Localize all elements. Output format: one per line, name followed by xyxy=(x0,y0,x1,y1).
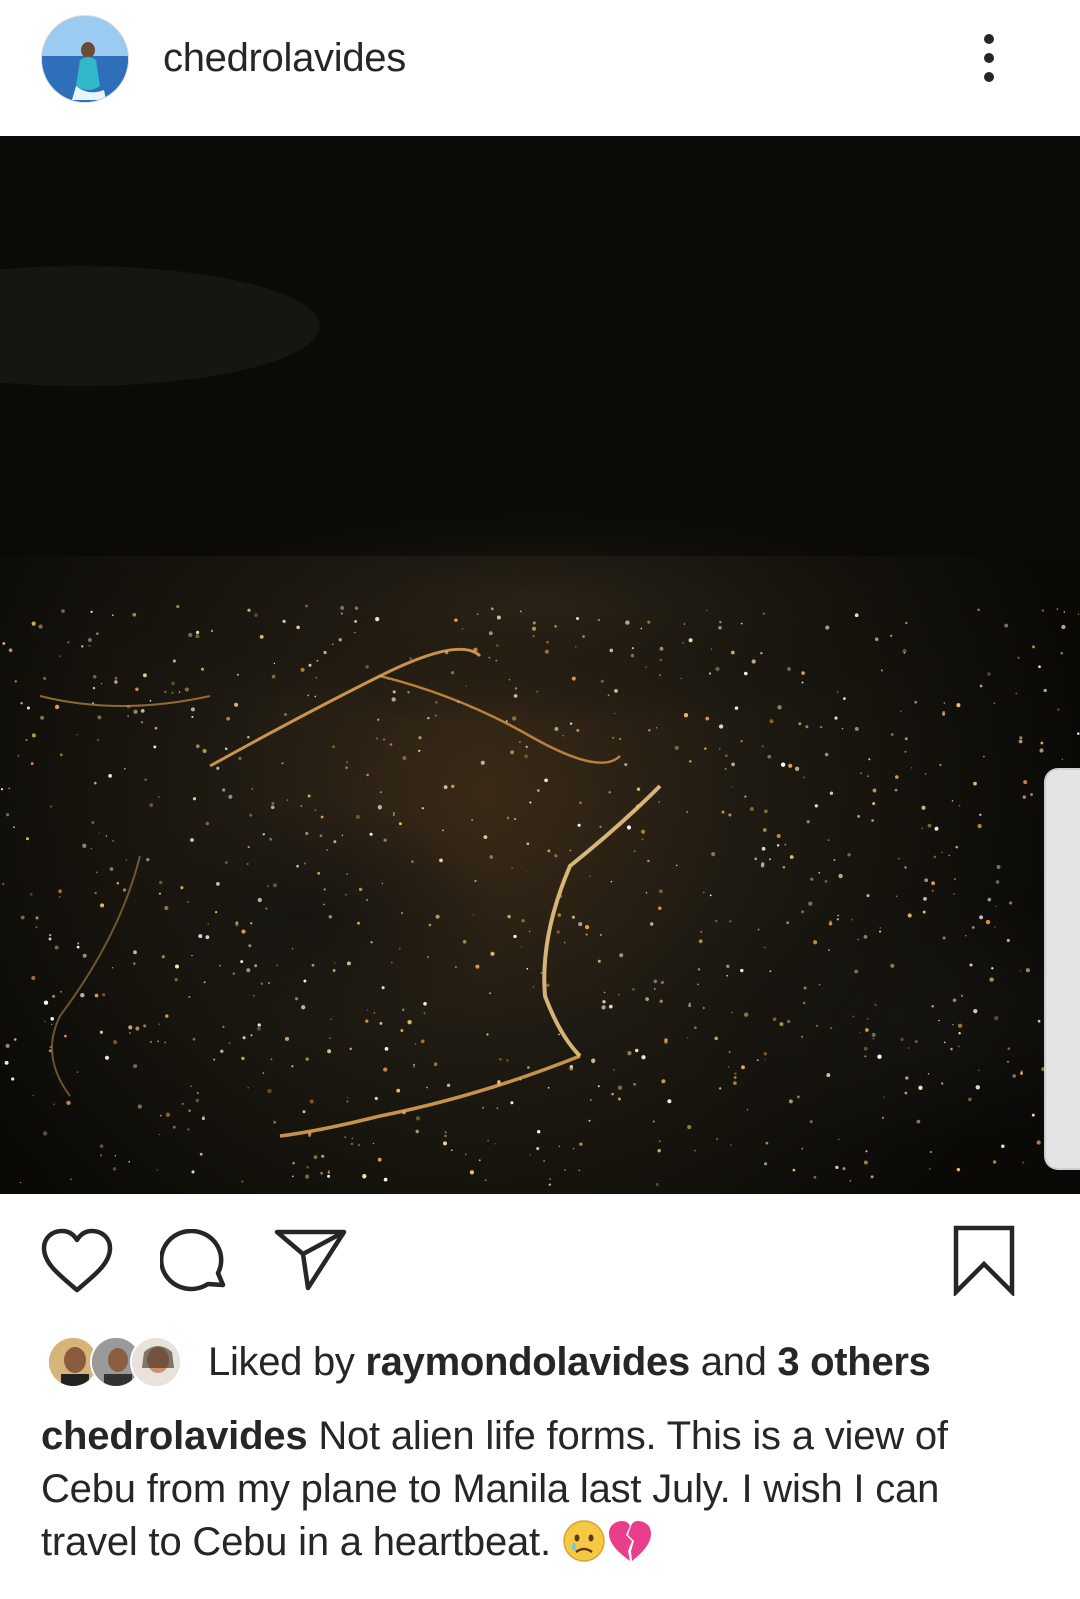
liker-username[interactable]: raymondolavides xyxy=(365,1340,690,1384)
comment-icon[interactable] xyxy=(158,1228,230,1300)
more-vertical-icon[interactable] xyxy=(966,30,1012,90)
post-caption: chedrolavides Not alien life forms. This… xyxy=(41,1410,1041,1577)
broken-heart-emoji xyxy=(606,1519,654,1577)
liked-by-connector: and xyxy=(689,1340,778,1384)
post-username[interactable]: chedrolavides xyxy=(163,36,406,81)
crying-face-emoji xyxy=(562,1519,606,1577)
profile-avatar[interactable] xyxy=(41,15,129,103)
likes-others-link[interactable]: 3 others xyxy=(777,1340,931,1384)
send-icon[interactable] xyxy=(274,1228,348,1297)
post-photo[interactable] xyxy=(0,136,1080,1194)
post-actions xyxy=(0,1194,1080,1324)
bookmark-icon[interactable] xyxy=(952,1224,1016,1301)
caption-username[interactable]: chedrolavides xyxy=(41,1414,308,1458)
night-city-aerial-image xyxy=(0,136,1080,1194)
liker-avatar[interactable] xyxy=(130,1336,182,1388)
scroll-handle[interactable] xyxy=(1044,768,1080,1170)
liked-by-text: Liked by raymondolavides and 3 others xyxy=(208,1340,931,1385)
post-header: chedrolavides xyxy=(0,0,1080,136)
liked-by-prefix: Liked by xyxy=(208,1340,366,1384)
heart-icon[interactable] xyxy=(40,1228,114,1299)
